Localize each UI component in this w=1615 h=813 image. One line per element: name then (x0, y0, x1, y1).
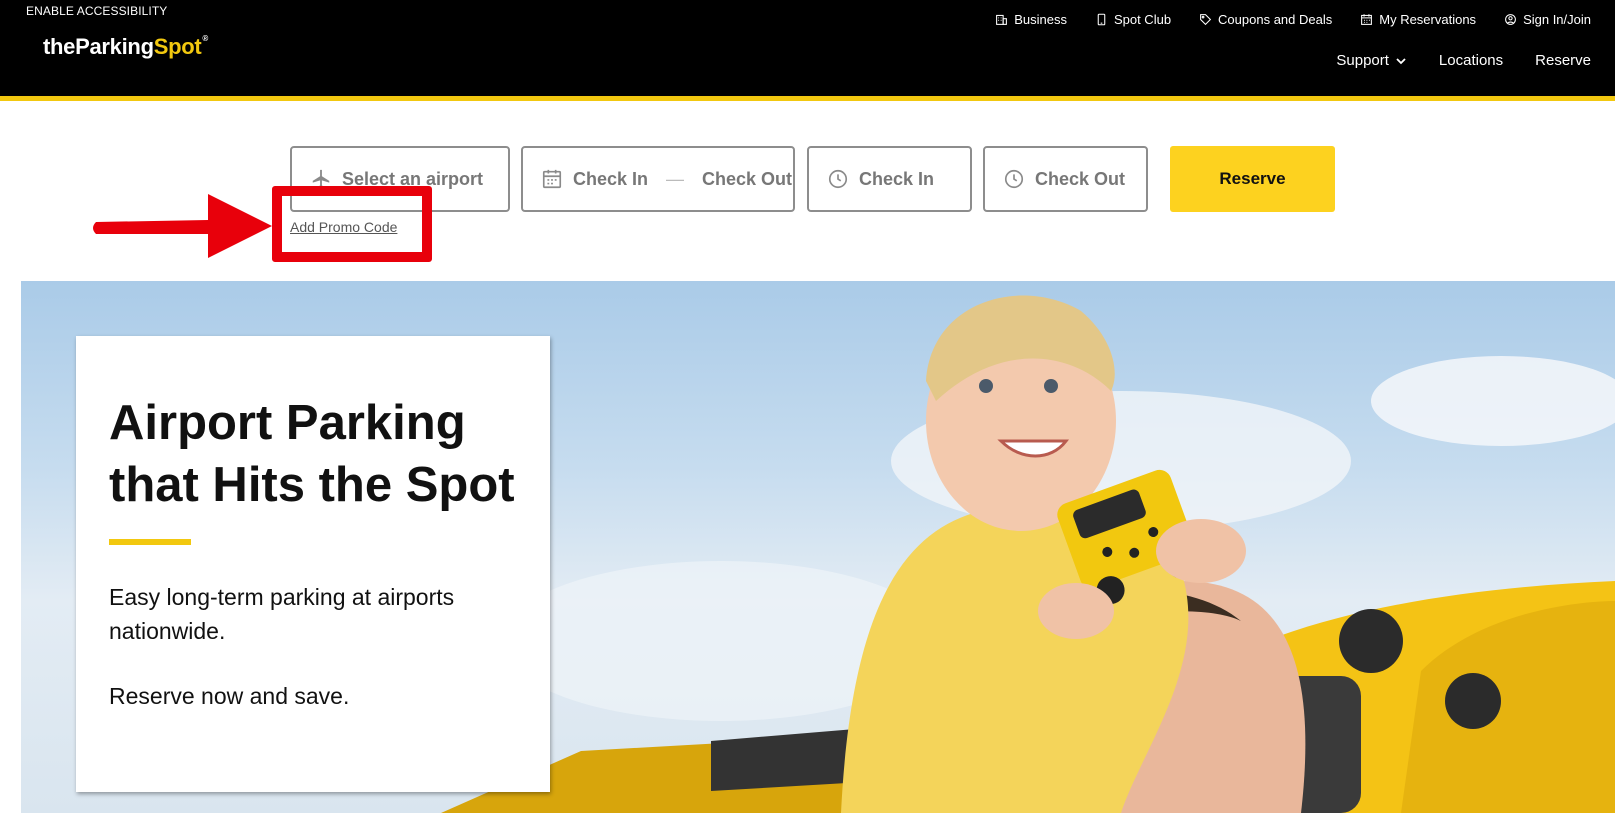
hero-headline-line2: that Hits the Spot (109, 458, 515, 512)
calendar-icon (542, 169, 562, 189)
check-out-time-label: Check Out (1035, 168, 1126, 189)
hero-headline: Airport Parking that Hits the Spot (109, 392, 529, 516)
user-icon (1505, 14, 1516, 25)
reserve-nav-link[interactable]: Reserve (1535, 52, 1591, 69)
calendar-icon (1361, 14, 1373, 25)
hero-description: Easy long-term parking at airports natio… (109, 584, 455, 644)
main-nav: Support Locations Reserve (1336, 52, 1591, 69)
business-label: Business (1014, 12, 1067, 27)
logo-registered-mark: ® (202, 34, 209, 43)
check-out-time-select[interactable]: Check Out (983, 146, 1148, 212)
hero-cta-text: Reserve now and save. (109, 683, 350, 709)
site-header: ENABLE ACCESSIBILITY theParkingSpot® Bus… (0, 0, 1615, 101)
spot-club-link[interactable]: Spot Club (1095, 12, 1171, 27)
clock-icon (828, 169, 848, 189)
coupons-label: Coupons and Deals (1218, 12, 1333, 27)
date-separator: — (666, 168, 685, 189)
logo-spot: Spot (153, 34, 202, 59)
annotation-highlight-box (272, 186, 432, 262)
check-in-time-label: Check In (859, 168, 935, 189)
chevron-down-icon (1396, 57, 1406, 64)
phone-icon (1097, 13, 1106, 26)
tag-icon (1200, 14, 1212, 26)
logo[interactable]: theParkingSpot® (43, 34, 208, 60)
hero-divider (109, 539, 191, 545)
logo-parking: Parking (75, 34, 154, 59)
sign-in-label: Sign In/Join (1523, 12, 1591, 27)
my-reservations-link[interactable]: My Reservations (1360, 12, 1476, 27)
my-reservations-label: My Reservations (1379, 12, 1477, 27)
date-range-picker[interactable]: Check In — Check Out (521, 146, 795, 212)
coupons-link[interactable]: Coupons and Deals (1199, 12, 1332, 27)
date-check-out-label: Check Out (702, 168, 793, 189)
hero-headline-line1: Airport Parking (109, 396, 466, 450)
spot-club-label: Spot Club (1113, 12, 1172, 27)
annotation-arrow-icon (93, 194, 272, 258)
reserve-button[interactable]: Reserve (1170, 146, 1335, 212)
date-check-in-label: Check In (573, 168, 649, 189)
sign-in-link[interactable]: Sign In/Join (1504, 12, 1591, 27)
clock-icon (1004, 169, 1024, 189)
check-in-time-select[interactable]: Check In (807, 146, 972, 212)
support-label: Support (1336, 52, 1389, 69)
support-menu[interactable]: Support (1336, 52, 1407, 69)
locations-link[interactable]: Locations (1439, 52, 1503, 69)
business-link[interactable]: Business (995, 12, 1067, 27)
utility-nav: Business Spot Club Coupons and Deals My … (995, 12, 1591, 27)
enable-accessibility-link[interactable]: ENABLE ACCESSIBILITY (26, 4, 167, 18)
building-icon (996, 14, 1008, 25)
logo-the: the (43, 34, 76, 59)
